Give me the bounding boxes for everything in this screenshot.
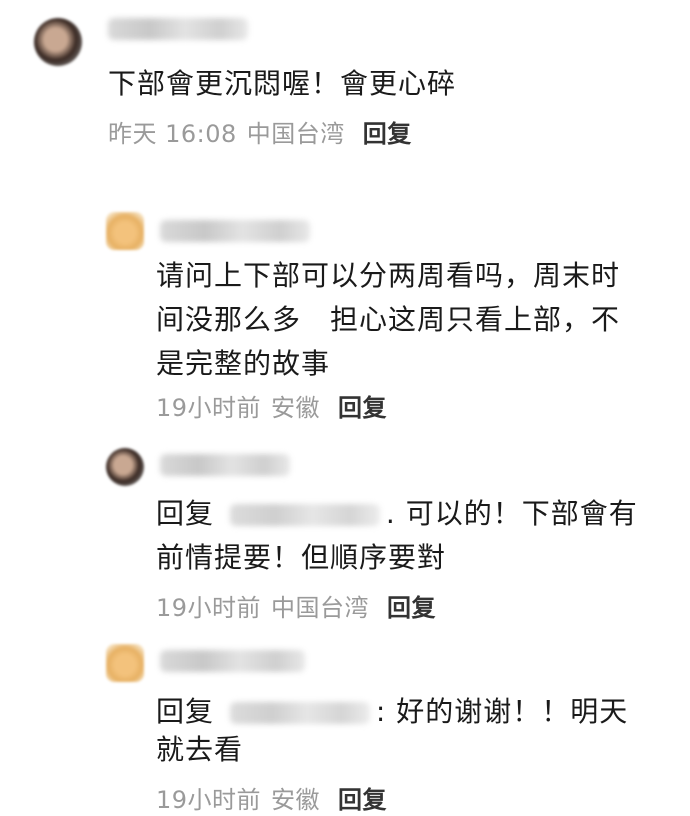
mentioned-user-blurred[interactable] bbox=[229, 702, 370, 724]
comment-text-line: 是完整的故事 bbox=[156, 347, 331, 380]
comment-location: 安徽 bbox=[271, 786, 321, 814]
comment-text-line: 间没那么多 担心这周只看上部，不 bbox=[156, 303, 621, 336]
comment-time: 19小时前 bbox=[156, 786, 262, 814]
comment-time: 19小时前 bbox=[156, 394, 262, 422]
comment-meta: 19小时前 安徽 回复 bbox=[156, 780, 387, 815]
avatar[interactable] bbox=[106, 448, 144, 486]
comment-meta: 19小时前 安徽 回复 bbox=[156, 388, 387, 423]
reply-button[interactable]: 回复 bbox=[387, 594, 436, 622]
reply-button[interactable]: 回复 bbox=[363, 120, 412, 148]
comment-text-line: 就去看 bbox=[156, 733, 244, 766]
comment-meta: 19小时前 中国台湾 回复 bbox=[156, 588, 436, 623]
comment-text-line: 请问上下部可以分两周看吗，周末时 bbox=[156, 259, 621, 292]
reply-button[interactable]: 回复 bbox=[338, 786, 387, 814]
comment-location: 中国台湾 bbox=[271, 594, 370, 622]
username-blurred[interactable] bbox=[160, 454, 290, 476]
comment-location: 中国台湾 bbox=[246, 120, 345, 148]
comment-text-line: 回复 . 可以的！下部會有 bbox=[156, 492, 638, 536]
comment-text: . 可以的！下部會有 bbox=[385, 497, 638, 530]
mentioned-user-blurred[interactable] bbox=[229, 504, 380, 526]
comment-time: 19小时前 bbox=[156, 594, 262, 622]
comment-text: 下部會更沉悶喔！會更心碎 bbox=[108, 67, 457, 100]
reply-button[interactable]: 回复 bbox=[338, 394, 387, 422]
avatar[interactable] bbox=[106, 212, 144, 250]
username-blurred[interactable] bbox=[160, 650, 305, 672]
username-blurred[interactable] bbox=[108, 18, 248, 40]
comment-meta: 昨天 16:08 中国台湾 回复 bbox=[108, 114, 412, 149]
comment-time: 昨天 16:08 bbox=[108, 120, 237, 148]
reply-prefix: 回复 bbox=[156, 695, 215, 728]
comment-text-line: 前情提要！但順序要對 bbox=[156, 541, 447, 574]
username-blurred[interactable] bbox=[160, 220, 310, 242]
avatar[interactable] bbox=[106, 644, 144, 682]
comment-text: : 好的谢谢！！明天 bbox=[375, 695, 629, 728]
reply-prefix: 回复 bbox=[156, 497, 215, 530]
avatar[interactable] bbox=[34, 18, 82, 66]
comment-location: 安徽 bbox=[271, 394, 321, 422]
